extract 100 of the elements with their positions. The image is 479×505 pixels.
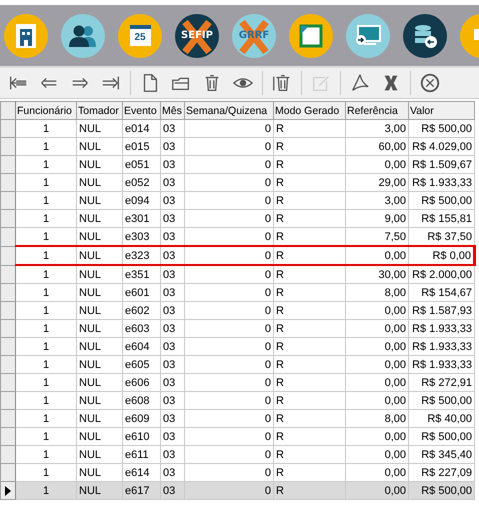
table-cell: 0,00: [346, 482, 408, 500]
document-icon[interactable]: [289, 14, 333, 58]
table-cell: R: [274, 320, 346, 338]
table-cell: 03: [160, 120, 184, 138]
table-row[interactable]: 1 NUL e323 03 0 R 0,00 R$ 0,00: [0, 246, 474, 265]
table-cell: 1: [16, 156, 76, 174]
table-cell: 1: [16, 356, 76, 374]
column-header[interactable]: Tomador: [76, 102, 122, 120]
table-cell: 1: [16, 320, 76, 338]
table-row[interactable]: 1 NUL e602 03 0 R 0,00 R$ 1.587,93: [0, 302, 474, 320]
table-cell: 0: [184, 174, 274, 192]
column-header[interactable]: Mês: [160, 102, 184, 120]
table-cell: R$ 272,91: [408, 374, 474, 392]
table-row[interactable]: 1 NUL e601 03 0 R 8,00 R$ 154,67: [0, 284, 474, 302]
monitor-icon[interactable]: [346, 14, 390, 58]
table-cell: 0: [184, 192, 274, 210]
table-row[interactable]: 1 NUL e351 03 0 R 30,00 R$ 2.000,00: [0, 265, 474, 284]
table-cell: 03: [160, 284, 184, 302]
table-cell: 0: [184, 265, 274, 284]
table-cell: 0: [184, 120, 274, 138]
table-cell: e601: [122, 284, 160, 302]
column-header[interactable]: Valor: [408, 102, 474, 120]
table-cell: e617: [122, 482, 160, 500]
table-cell: 03: [160, 138, 184, 156]
table-cell: 03: [160, 156, 184, 174]
table-row[interactable]: 1 NUL e604 03 0 R 0,00 R$ 1.933,33: [0, 338, 474, 356]
table-row[interactable]: 1 NUL e608 03 0 R 0,00 R$ 500,00: [0, 392, 474, 410]
column-header[interactable]: Funcionário: [16, 102, 76, 120]
table-cell: 0,00: [346, 302, 408, 320]
table-cell: e602: [122, 302, 160, 320]
table-cell: 0,00: [346, 246, 408, 265]
table-cell: R: [274, 174, 346, 192]
table-cell: R: [274, 228, 346, 246]
table-cell: R$ 1.933,33: [408, 174, 474, 192]
table-row[interactable]: 1 NUL e014 03 0 R 3,00 R$ 500,00: [0, 120, 474, 138]
table-cell: R: [274, 246, 346, 265]
table-cell: R: [274, 284, 346, 302]
column-header[interactable]: Modo Gerado: [274, 102, 346, 120]
table-row[interactable]: 1 NUL e051 03 0 R 0,00 R$ 1.509,67: [0, 156, 474, 174]
table-cell: NUL: [76, 228, 122, 246]
table-cell: 0: [184, 410, 274, 428]
table-cell: R: [274, 482, 346, 500]
table-cell: 1: [16, 338, 76, 356]
table-cell: 03: [160, 174, 184, 192]
table-cell: R: [274, 120, 346, 138]
table-cell: 03: [160, 338, 184, 356]
table-cell: 1: [16, 192, 76, 210]
table-cell: 1: [16, 174, 76, 192]
people-icon[interactable]: [61, 14, 105, 58]
table-cell: 3,00: [346, 120, 408, 138]
table-row[interactable]: 1 NUL e617 03 0 R 0,00 R$ 500,00: [0, 482, 474, 500]
table-cell: 03: [160, 356, 184, 374]
table-cell: 03: [160, 192, 184, 210]
table-row[interactable]: 1 NUL e611 03 0 R 0,00 R$ 345,40: [0, 446, 474, 464]
table-cell: R: [274, 428, 346, 446]
table-cell: NUL: [76, 338, 122, 356]
table-cell: 0: [184, 210, 274, 228]
table-cell: 0: [184, 138, 274, 156]
table-cell: 03: [160, 228, 184, 246]
column-header[interactable]: Referência: [346, 102, 408, 120]
table-cell: 03: [160, 246, 184, 265]
table-row[interactable]: 1 NUL e605 03 0 R 0,00 R$ 1.933,33: [0, 356, 474, 374]
database-icon[interactable]: [403, 14, 447, 58]
close-button[interactable]: [418, 71, 442, 95]
table-cell: NUL: [76, 374, 122, 392]
column-header[interactable]: Semana/Quizena: [184, 102, 274, 120]
table-cell: NUL: [76, 302, 122, 320]
table-cell: e611: [122, 446, 160, 464]
table-cell: 1: [16, 246, 76, 265]
table-cell: 0: [184, 446, 274, 464]
table-cell: R: [274, 156, 346, 174]
table-cell: R: [274, 410, 346, 428]
table-cell: 03: [160, 302, 184, 320]
table-cell: e603: [122, 320, 160, 338]
table-cell: NUL: [76, 482, 122, 500]
table-cell: R$ 345,40: [408, 446, 474, 464]
table-row[interactable]: 1 NUL e303 03 0 R 7,50 R$ 37,50: [0, 228, 474, 246]
column-header[interactable]: Evento: [122, 102, 160, 120]
table-row[interactable]: 1 NUL e301 03 0 R 9,00 R$ 155,81: [0, 210, 474, 228]
table-cell: R$ 40,00: [408, 410, 474, 428]
current-row-icon: [4, 486, 12, 496]
table-cell: R: [274, 265, 346, 284]
table-row[interactable]: 1 NUL e015 03 0 R 60,00 R$ 4.029,00: [0, 138, 474, 156]
table-cell: 30,00: [346, 265, 408, 284]
table-row[interactable]: 1 NUL e609 03 0 R 8,00 R$ 40,00: [0, 410, 474, 428]
table-cell: R$ 500,00: [408, 482, 474, 500]
table-row[interactable]: 1 NUL e052 03 0 R 29,00 R$ 1.933,33: [0, 174, 474, 192]
table-row[interactable]: 1 NUL e094 03 0 R 3,00 R$ 500,00: [0, 192, 474, 210]
table-cell: 29,00: [346, 174, 408, 192]
building-icon[interactable]: [4, 14, 48, 58]
table-row[interactable]: 1 NUL e610 03 0 R 0,00 R$ 500,00: [0, 428, 474, 446]
table-row[interactable]: 1 NUL e603 03 0 R 0,00 R$ 1.933,33: [0, 320, 474, 338]
calendar-icon[interactable]: 25: [118, 14, 162, 58]
table-cell: 60,00: [346, 138, 408, 156]
table-cell: 1: [16, 482, 76, 500]
table-cell: 0,00: [346, 392, 408, 410]
table-cell: NUL: [76, 210, 122, 228]
table-cell: 0,00: [346, 156, 408, 174]
table-cell: 0,00: [346, 428, 408, 446]
table-row[interactable]: 1 NUL e606 03 0 R 0,00 R$ 272,91: [0, 374, 474, 392]
